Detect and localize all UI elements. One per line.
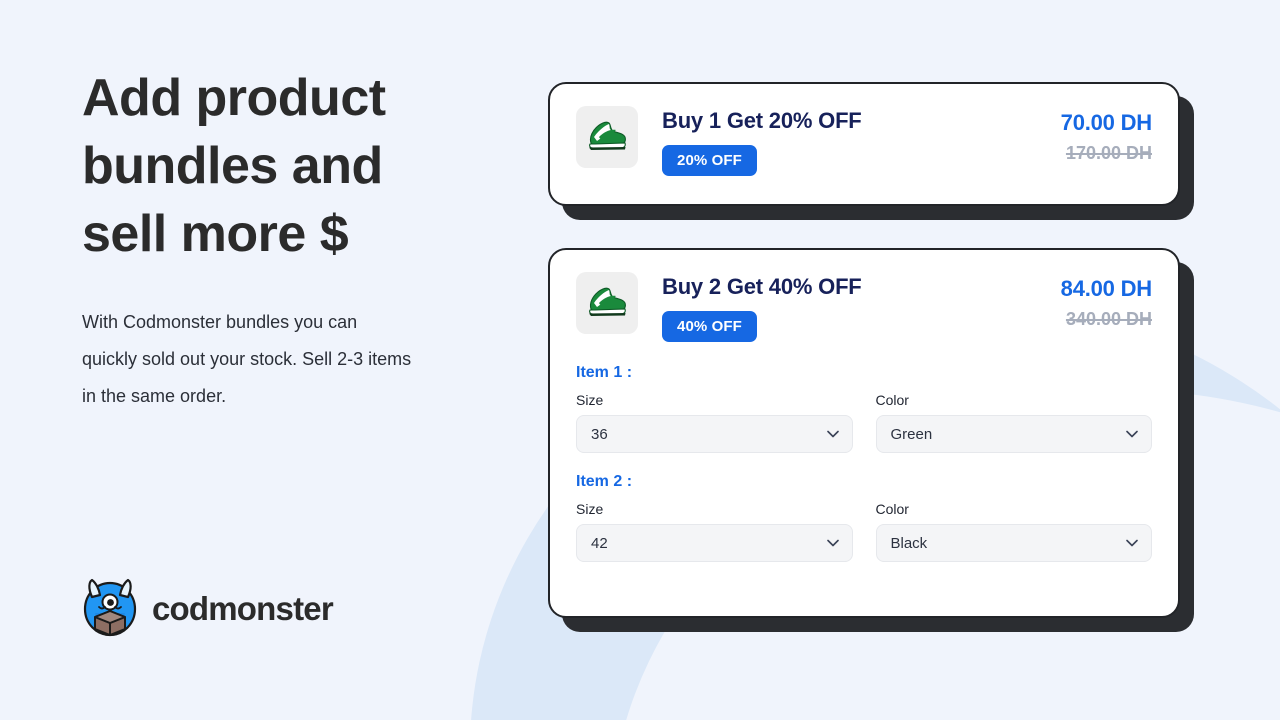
brand-logo: codmonster xyxy=(82,575,334,642)
size-select-value: 42 xyxy=(591,534,608,552)
size-select[interactable]: 36 xyxy=(576,415,853,453)
green-sneaker-icon xyxy=(585,117,629,158)
price-current: 70.00 DH xyxy=(1060,110,1153,135)
green-sneaker-icon xyxy=(585,283,629,324)
color-label: Color xyxy=(875,501,909,517)
bundle-card[interactable]: Buy 1 Get 20% OFF 20% OFF 70.00 DH 170.0… xyxy=(548,82,1180,206)
item-heading: Item 2 : xyxy=(576,473,633,490)
hero-copy: Add product bundles and sell more $ With… xyxy=(82,64,502,415)
product-thumbnail xyxy=(576,272,638,334)
price-block: 84.00 DH 340.00 DH xyxy=(1060,276,1153,330)
color-label: Color xyxy=(875,392,909,408)
product-thumbnail xyxy=(576,106,638,168)
hero-subtitle: With Codmonster bundles you can quickly … xyxy=(82,312,412,406)
variant-field-row: Size 42 Color Black xyxy=(576,501,1152,562)
bundle-item-variant-group: Item 2 : Size 42 Color Black xyxy=(550,473,1178,562)
codmonster-monster-logo-icon xyxy=(82,575,138,642)
size-label: Size xyxy=(576,392,604,408)
chevron-down-icon xyxy=(1126,539,1138,547)
size-field: Size 36 xyxy=(576,392,853,453)
price-current: 84.00 DH xyxy=(1060,276,1153,301)
promo-banner: Add product bundles and sell more $ With… xyxy=(0,0,1280,720)
size-field: Size 42 xyxy=(576,501,853,562)
color-select[interactable]: Black xyxy=(875,524,1152,562)
page-title: Add product bundles and sell more $ xyxy=(82,69,386,263)
brand-wordmark: codmonster xyxy=(152,589,334,627)
bundle-title: Buy 2 Get 40% OFF xyxy=(662,274,862,299)
chevron-down-icon xyxy=(1126,430,1138,438)
price-block: 70.00 DH 170.00 DH xyxy=(1060,110,1153,164)
chevron-down-icon xyxy=(826,539,839,547)
bundle-title: Buy 1 Get 20% OFF xyxy=(662,108,862,133)
bundle-item-variant-group: Item 1 : Size 36 Color Green xyxy=(550,364,1178,453)
bundle-head-text: Buy 1 Get 20% OFF 20% OFF xyxy=(662,106,862,176)
size-select-value: 36 xyxy=(591,425,608,443)
discount-badge: 40% OFF xyxy=(662,311,757,342)
price-original: 170.00 DH xyxy=(1065,143,1152,163)
color-field: Color Black xyxy=(875,501,1152,562)
color-field: Color Green xyxy=(875,392,1152,453)
color-select-value: Green xyxy=(890,425,933,443)
size-label: Size xyxy=(576,501,604,517)
item-heading: Item 1 : xyxy=(576,364,633,381)
color-select-value: Black xyxy=(890,534,928,552)
variant-field-row: Size 36 Color Green xyxy=(576,392,1152,453)
bundle-card-header: Buy 1 Get 20% OFF 20% OFF 70.00 DH 170.0… xyxy=(550,84,1178,176)
size-select[interactable]: 42 xyxy=(576,524,853,562)
bundle-card[interactable]: Buy 2 Get 40% OFF 40% OFF 84.00 DH 340.0… xyxy=(548,248,1180,618)
bundle-card-header: Buy 2 Get 40% OFF 40% OFF 84.00 DH 340.0… xyxy=(550,250,1178,342)
price-original: 340.00 DH xyxy=(1065,309,1152,329)
bundle-head-text: Buy 2 Get 40% OFF 40% OFF xyxy=(662,272,862,342)
color-select[interactable]: Green xyxy=(875,415,1152,453)
discount-badge: 20% OFF xyxy=(662,145,757,176)
chevron-down-icon xyxy=(826,430,839,438)
